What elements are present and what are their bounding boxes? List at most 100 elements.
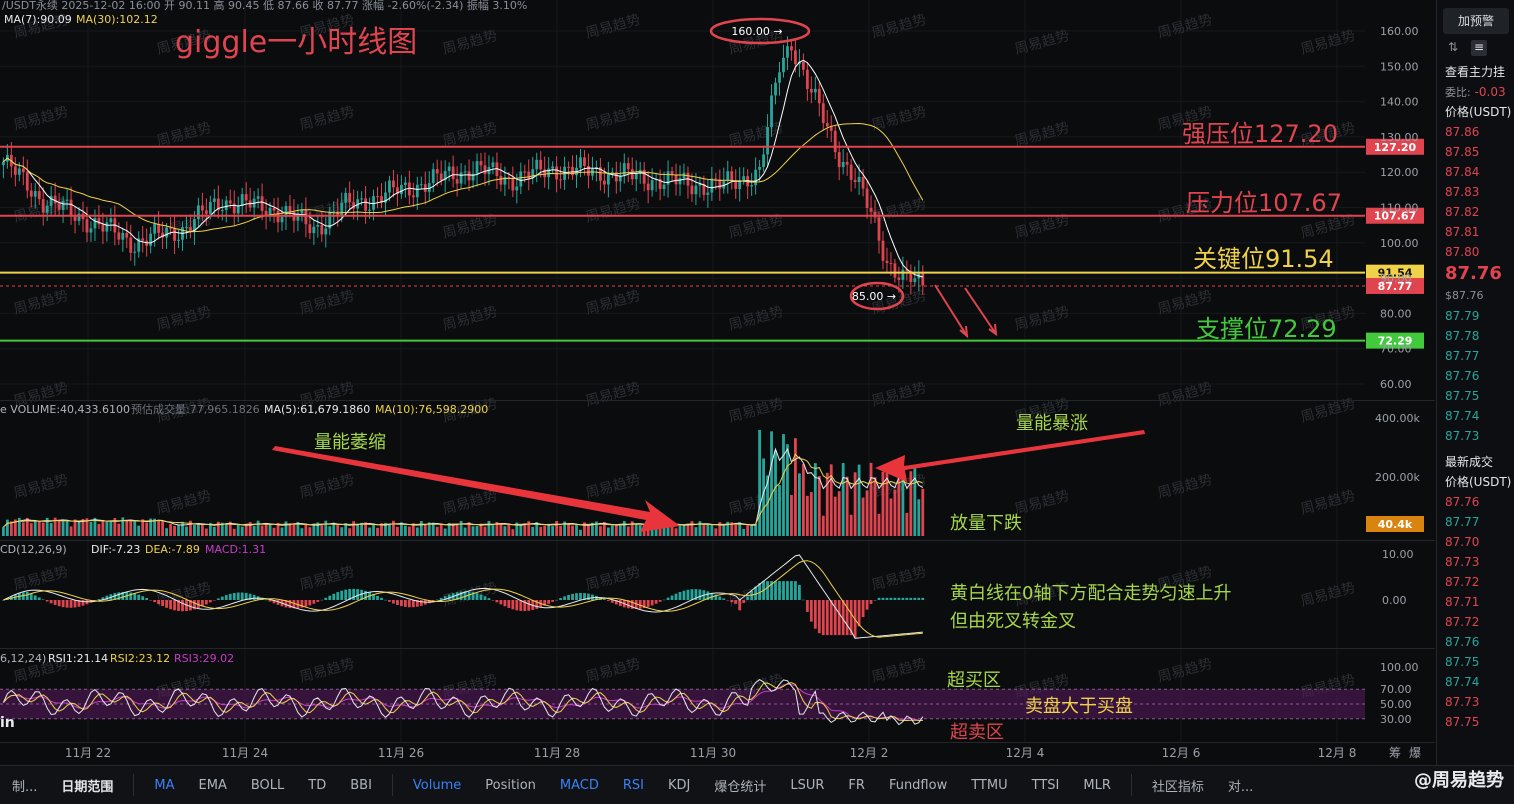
bid-price-row[interactable]: 87.79 xyxy=(1437,306,1514,326)
candle-body xyxy=(889,262,893,264)
watermark-text: 周易趋势 xyxy=(155,488,213,518)
volume-down-label: 放量下跌 xyxy=(950,513,1022,534)
watermark-text: 周易趋势 xyxy=(12,472,70,502)
indicator-tab-5[interactable]: Volume xyxy=(401,778,473,793)
indicator-tab-7[interactable]: MACD xyxy=(548,778,611,793)
candlestick-chart[interactable]: 周易趋势周易趋势周易趋势周易趋势周易趋势周易趋势周易趋势周易趋势周易趋势周易趋势… xyxy=(0,0,1436,765)
candle-body xyxy=(149,233,153,246)
bid-price-row[interactable]: 87.75 xyxy=(1437,386,1514,406)
candle-body xyxy=(893,263,897,278)
add-alert-button[interactable]: 加预警 xyxy=(1443,8,1509,34)
trade-price-row: 87.72 xyxy=(1445,615,1480,629)
volume-bar xyxy=(463,527,467,536)
bid-price-row[interactable]: 87.74 xyxy=(1437,406,1514,426)
ask-price-row[interactable]: 87.86 xyxy=(1437,122,1514,142)
last-price-usd: $87.76 xyxy=(1445,289,1484,302)
ask-price-row[interactable]: 87.85 xyxy=(1437,142,1514,162)
macd-bar xyxy=(81,600,85,606)
ask-price-row[interactable]: 87.81 xyxy=(1437,222,1514,242)
indicator-tab-1[interactable]: EMA xyxy=(187,778,239,793)
macd-bar xyxy=(376,595,379,600)
indicator-tab-17[interactable]: 社区指标 xyxy=(1140,776,1216,795)
bid-price-row[interactable]: 87.78 xyxy=(1437,326,1514,346)
book-bids-icon[interactable]: ≡ xyxy=(1471,40,1487,56)
book-both-icon[interactable]: ⇅ xyxy=(1445,40,1461,56)
candle-body xyxy=(833,130,837,153)
volume-bar xyxy=(833,496,837,536)
candle-body xyxy=(670,171,674,175)
candle-body xyxy=(646,183,650,191)
watermark-text: 周易趋势 xyxy=(1013,304,1071,334)
macd-bar xyxy=(913,597,917,600)
trades-price-header: 价格(USDT) xyxy=(1445,475,1512,489)
trades-header[interactable]: 最新成交 xyxy=(1437,452,1514,472)
volume-bar xyxy=(141,519,145,536)
indicator-tab-0[interactable]: MA xyxy=(142,778,186,793)
macd-bar xyxy=(602,599,606,600)
bid-price-row[interactable]: 87.73 xyxy=(1437,426,1514,446)
candle-body xyxy=(57,203,61,210)
macd-bar xyxy=(137,594,141,600)
macd-bar xyxy=(53,600,57,605)
indicator-tab-10[interactable]: 爆仓统计 xyxy=(702,776,778,795)
rsi-axis-tick: 30.00 xyxy=(1380,713,1412,726)
candle-body xyxy=(89,228,93,233)
indicator-tab-16[interactable]: MLR xyxy=(1071,778,1123,793)
candle-body xyxy=(579,157,582,168)
indicator-tab-18[interactable]: 对... xyxy=(1216,776,1265,795)
macd-bar xyxy=(69,600,73,608)
candle-body xyxy=(877,217,881,241)
ask-price-row[interactable]: 87.84 xyxy=(1437,162,1514,182)
volume-bar xyxy=(487,520,491,536)
macd-bar xyxy=(869,600,873,604)
bid-price-row[interactable]: 87.77 xyxy=(1437,346,1514,366)
volume-bar xyxy=(746,524,750,536)
bid-price-row[interactable]: 87.76 xyxy=(1437,366,1514,386)
price-axis-tick: 60.00 xyxy=(1380,378,1412,391)
candle-body xyxy=(177,239,180,241)
volume-ma10-line xyxy=(3,453,923,528)
indicator-tab-9[interactable]: KDJ xyxy=(656,778,702,793)
indicator-tab-14[interactable]: TTMU xyxy=(959,778,1019,793)
candle-body xyxy=(388,180,391,193)
volume-bar xyxy=(614,524,618,536)
candle-body xyxy=(801,61,805,70)
candle-body xyxy=(439,173,443,181)
indicator-tab-11[interactable]: LSUR xyxy=(778,778,836,793)
indicator-tab-2[interactable]: BOLL xyxy=(239,778,296,793)
volume-bar xyxy=(372,523,375,536)
volume-ma5-line xyxy=(3,447,924,528)
candle-body xyxy=(415,184,419,198)
candle-body xyxy=(774,82,777,96)
candle-body xyxy=(690,185,694,195)
volume-bar xyxy=(320,525,324,536)
date-range-button[interactable]: 日期范围 xyxy=(49,776,125,795)
candle-body xyxy=(567,166,570,168)
ask-price-row[interactable]: 87.82 xyxy=(1437,202,1514,222)
ma7-legend: MA(7):90.09 xyxy=(4,13,72,26)
indicator-tab-4[interactable]: BBI xyxy=(338,778,384,793)
volume-bar xyxy=(543,525,547,536)
volume-bar xyxy=(224,523,228,536)
main-pending-link[interactable]: 查看主力挂 xyxy=(1437,62,1514,82)
candle-body xyxy=(706,192,710,195)
candle-body xyxy=(809,88,813,93)
toolbar-left-item[interactable]: 制... xyxy=(0,776,49,795)
indicator-tab-8[interactable]: RSI xyxy=(611,778,656,793)
volume-bar xyxy=(610,525,614,536)
volume-bar xyxy=(324,520,328,536)
volume-bar xyxy=(133,520,137,536)
volume-bar xyxy=(539,526,543,536)
indicator-tab-3[interactable]: TD xyxy=(296,778,338,793)
volume-bar xyxy=(805,495,809,536)
candle-body xyxy=(109,218,113,223)
ask-price-row[interactable]: 87.83 xyxy=(1437,182,1514,202)
indicator-tab-6[interactable]: Position xyxy=(473,778,548,793)
volume-bar xyxy=(145,522,149,536)
ask-price-row[interactable]: 87.80 xyxy=(1437,242,1514,262)
volume-bar xyxy=(837,491,841,536)
indicator-tab-12[interactable]: FR xyxy=(836,778,877,793)
candle-body xyxy=(794,50,797,65)
indicator-tab-15[interactable]: TTSI xyxy=(1020,778,1072,793)
indicator-tab-13[interactable]: Fundflow xyxy=(877,778,959,793)
